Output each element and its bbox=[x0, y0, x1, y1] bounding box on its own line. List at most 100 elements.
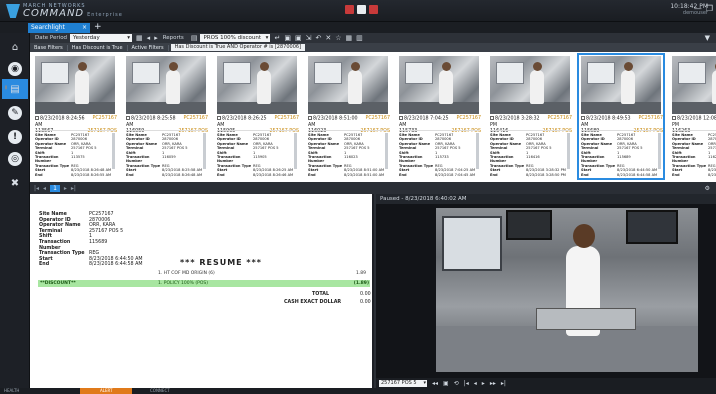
info-scrollbar[interactable] bbox=[658, 133, 661, 169]
run-icon[interactable]: ↵ bbox=[274, 34, 280, 42]
select-checkbox[interactable] bbox=[672, 116, 676, 120]
replay-button[interactable]: ⟲ bbox=[454, 380, 459, 387]
fast-forward-button[interactable]: ▸▸ bbox=[490, 380, 496, 387]
forward-icon[interactable]: ▸ bbox=[154, 34, 158, 42]
video-status: Paused - 8/23/2018 6:40:02 AM bbox=[376, 194, 716, 204]
info-scrollbar[interactable] bbox=[294, 133, 297, 169]
app-logo: MARCH NETWORKS COMMAND Enterprise bbox=[6, 3, 123, 19]
result-thumbnail[interactable] bbox=[399, 56, 479, 114]
filter-icon[interactable]: ▼ bbox=[705, 34, 710, 42]
undo-icon[interactable]: ↶ bbox=[315, 34, 321, 42]
info-scrollbar[interactable] bbox=[476, 133, 479, 169]
rail-label-navigation: ▮ bbox=[3, 83, 9, 90]
tag-icon[interactable]: ✖ bbox=[5, 173, 25, 193]
tab-searchlight[interactable]: Searchlight × bbox=[28, 23, 90, 33]
left-rail: ⌂ ◉ ▤ ✎ ! ◎ ✖ ▮ bbox=[0, 33, 30, 388]
last-page-button[interactable]: ▸| bbox=[71, 185, 76, 192]
gear-icon[interactable]: ⚙ bbox=[705, 185, 710, 192]
detail-fields: Site Name PC257167 Operator ID 2870006 Ope… bbox=[39, 212, 143, 268]
result-info: Site NamePC257167Operator ID2870006Opera… bbox=[308, 130, 388, 177]
select-checkbox[interactable] bbox=[399, 116, 403, 120]
info-scrollbar[interactable] bbox=[385, 133, 388, 169]
step-forward-button[interactable]: ▸| bbox=[501, 380, 506, 387]
alert-icon[interactable] bbox=[369, 5, 378, 14]
prev-page-button[interactable]: ◂ bbox=[43, 185, 46, 192]
add-tab-button[interactable]: + bbox=[94, 22, 102, 32]
info-scrollbar[interactable] bbox=[567, 133, 570, 169]
date-period-dropdown[interactable]: Yesterday bbox=[70, 34, 133, 42]
status-connect[interactable]: CONNECT bbox=[150, 388, 170, 394]
current-page[interactable]: 1 bbox=[50, 185, 60, 192]
play-button[interactable]: ▸ bbox=[482, 380, 485, 387]
pager-bar: |◂ ◂ 1 ▸ ▸| ⚙ bbox=[30, 183, 716, 194]
clear-icon[interactable]: ✕ bbox=[325, 34, 331, 42]
tab-bar: Searchlight × + bbox=[0, 22, 716, 33]
active-filters-value[interactable]: Has Discount is True AND Operator # is [… bbox=[170, 44, 306, 51]
camera-select[interactable]: 257167 POS 5 bbox=[379, 379, 427, 387]
result-thumbnail[interactable] bbox=[308, 56, 388, 114]
status-alert[interactable]: ALERT bbox=[80, 388, 133, 394]
reports-label: Reports bbox=[162, 35, 184, 41]
export-icon[interactable]: ⇲ bbox=[306, 34, 312, 42]
back-icon[interactable]: ◂ bbox=[147, 34, 151, 42]
result-info: Site NamePC257167Operator ID2870006Opera… bbox=[217, 130, 297, 177]
select-checkbox[interactable] bbox=[126, 116, 130, 120]
result-card[interactable]: 8/23/2018 8:49:53 AM PC257167 115689 257167… bbox=[577, 53, 665, 180]
result-card[interactable]: 8/23/2018 3:28:32 PM PC257167 116416 257167… bbox=[487, 54, 573, 179]
result-card[interactable]: 8/23/2018 8:24:56 AM PC257167 113567 257167… bbox=[32, 54, 118, 179]
grid-icon[interactable]: ▦ bbox=[345, 34, 352, 42]
save-icon[interactable]: ▣ bbox=[284, 34, 291, 42]
filter-bar: Date Period Yesterday ▦ ◂ ▸ Reports ▤ PR… bbox=[30, 33, 716, 43]
result-card[interactable]: 8/23/2018 7:04:25 AM PC257167 115733 257167… bbox=[396, 54, 482, 179]
alarm-icon[interactable] bbox=[345, 5, 354, 14]
step-back-button[interactable]: |◂ bbox=[464, 380, 469, 387]
result-card[interactable]: 8/23/2018 8:51:00 AM PC257167 116023 257167… bbox=[305, 54, 391, 179]
result-thumbnail[interactable] bbox=[672, 56, 716, 114]
info-scrollbar[interactable] bbox=[112, 133, 115, 169]
result-card[interactable]: 8/23/2018 12:08:26 PMPC25716711626325716… bbox=[669, 54, 716, 179]
snapshot-button[interactable]: ▣ bbox=[443, 380, 449, 387]
result-card[interactable]: 8/23/2018 8:26:25 AM PC257167 115905 257167… bbox=[214, 54, 300, 179]
detail-terminal: 257167 POS 5 bbox=[89, 228, 124, 234]
select-checkbox[interactable] bbox=[490, 116, 494, 120]
detail-transaction-number: 115689 bbox=[89, 239, 108, 245]
result-thumbnail[interactable] bbox=[35, 56, 115, 114]
result-info: Site NamePC257167Operator ID2870006Opera… bbox=[399, 130, 479, 177]
restore-button[interactable]: ❐ bbox=[706, 4, 713, 13]
first-page-button[interactable]: |◂ bbox=[34, 185, 39, 192]
report-dropdown[interactable]: PROS 100% discount bbox=[200, 34, 271, 42]
select-checkbox[interactable] bbox=[217, 116, 221, 120]
result-thumbnail[interactable] bbox=[490, 56, 570, 114]
result-thumbnail[interactable] bbox=[217, 56, 297, 114]
tools-icon[interactable]: ✎ bbox=[5, 103, 25, 123]
save-as-icon[interactable]: ▣ bbox=[295, 34, 302, 42]
close-tab-icon[interactable]: × bbox=[82, 23, 87, 33]
list-icon[interactable]: ▥ bbox=[356, 34, 363, 42]
video-frame[interactable] bbox=[436, 208, 698, 372]
target-icon[interactable]: ◎ bbox=[5, 149, 25, 169]
select-checkbox[interactable] bbox=[581, 116, 585, 120]
camera-icon[interactable]: ◉ bbox=[5, 59, 25, 79]
info-scrollbar[interactable] bbox=[203, 133, 206, 169]
receipt-line-item[interactable]: 1. HT COF MD ORIGIN (6) 1.89 bbox=[30, 270, 374, 277]
cash-label: CASH EXACT DOLLAR bbox=[284, 300, 342, 305]
cash-value: 0.00 bbox=[360, 300, 371, 305]
result-thumbnail[interactable] bbox=[126, 56, 206, 114]
select-checkbox[interactable] bbox=[308, 116, 312, 120]
home-icon[interactable]: ⌂ bbox=[5, 37, 25, 57]
message-icon[interactable] bbox=[357, 5, 366, 14]
result-card[interactable]: 8/23/2018 8:25:58 AM PC257167 116059 257167… bbox=[123, 54, 209, 179]
next-page-button[interactable]: ▸ bbox=[64, 185, 67, 192]
calendar-icon[interactable]: ▦ bbox=[136, 34, 143, 42]
rewind-button[interactable]: ◂◂ bbox=[432, 380, 438, 387]
result-thumbnail[interactable] bbox=[581, 56, 661, 114]
select-checkbox[interactable] bbox=[35, 116, 39, 120]
receipt-discount-row[interactable]: **DISCOUNT** 1. POLICY 100% (POS) (1.89) bbox=[38, 280, 370, 287]
transaction-detail-panel: Site Name PC257167 Operator ID 2870006 Ope… bbox=[30, 194, 374, 388]
status-health[interactable]: HEALTH bbox=[4, 388, 19, 394]
info-icon[interactable]: ! bbox=[5, 127, 25, 147]
star-icon[interactable]: ☆ bbox=[335, 34, 341, 42]
minimize-button[interactable]: — bbox=[694, 4, 702, 13]
reverse-play-button[interactable]: ◂ bbox=[474, 380, 477, 387]
base-filters-value[interactable]: Has Discount is True bbox=[68, 44, 128, 51]
